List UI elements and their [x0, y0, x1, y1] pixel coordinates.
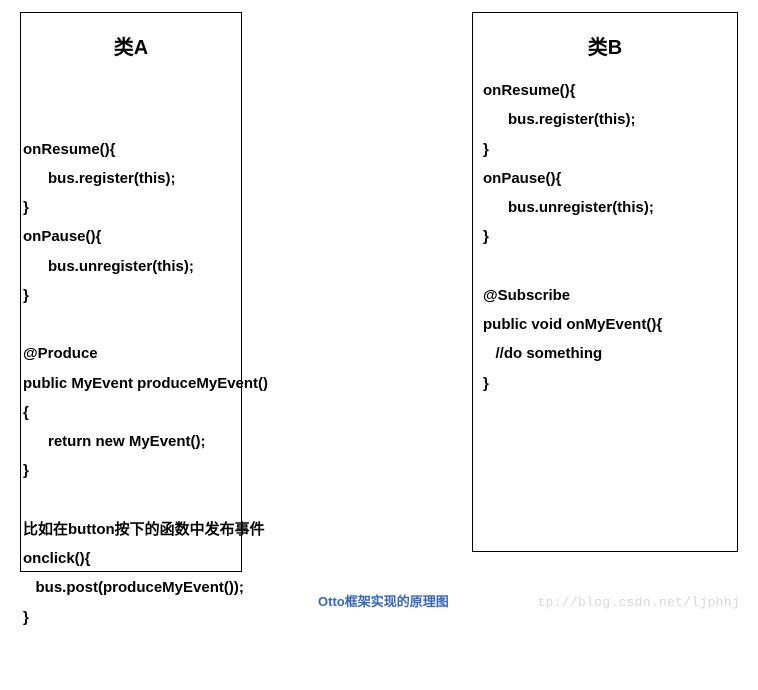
class-a-title: 类A: [31, 31, 231, 60]
watermark-text: tp://blog.csdn.net/ljphhj: [537, 595, 740, 610]
class-a-code: onResume(){ bus.register(this); } onPaus…: [23, 135, 323, 632]
class-a-box: 类A onResume(){ bus.register(this); } onP…: [20, 12, 242, 572]
diagram-caption: Otto框架实现的原理图: [318, 591, 449, 610]
class-b-title: 类B: [483, 31, 727, 60]
class-b-box: 类B onResume(){ bus.register(this); } onP…: [472, 12, 738, 552]
class-a-code-wrapper: onResume(){ bus.register(this); } onPaus…: [31, 76, 231, 690]
class-b-code: onResume(){ bus.register(this); } onPaus…: [483, 76, 727, 398]
diagram-container: 类A onResume(){ bus.register(this); } onP…: [0, 0, 758, 584]
